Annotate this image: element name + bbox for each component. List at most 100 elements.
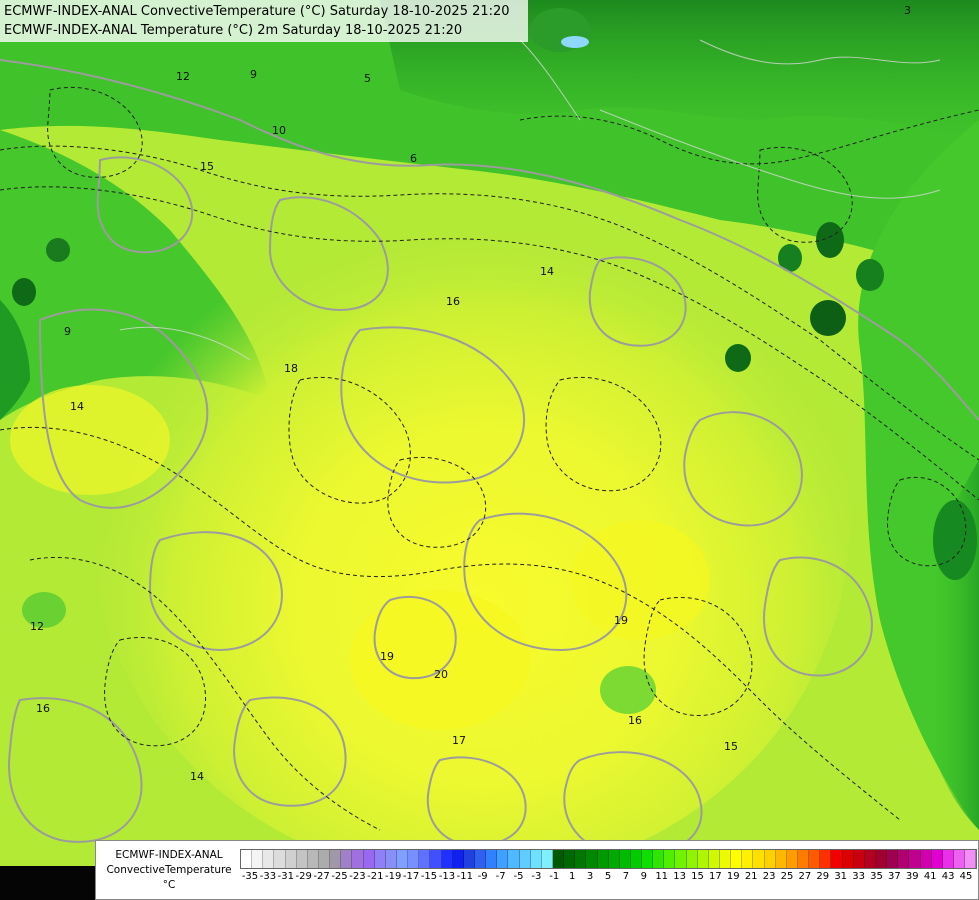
contour-label: 20 <box>434 668 448 681</box>
legend-tick-label: 39 <box>905 871 919 882</box>
legend-swatch <box>396 850 409 868</box>
legend-swatch <box>519 850 531 868</box>
legend-tick-label: 19 <box>726 871 740 882</box>
legend-label: ECMWF-INDEX-ANAL ConvectiveTemperature °… <box>99 848 239 893</box>
legend-tick-label: 15 <box>691 871 704 882</box>
legend-color-bar <box>240 849 977 869</box>
legend-swatch <box>252 850 264 868</box>
legend-swatch <box>541 850 553 868</box>
legend-swatch <box>764 850 776 868</box>
legend-tick-label: -3 <box>531 871 542 882</box>
warm-spot-west <box>10 385 170 495</box>
legend-tick-label: 37 <box>888 871 901 882</box>
legend-swatch <box>742 850 754 868</box>
contour-label: 17 <box>452 734 466 747</box>
legend-swatch <box>274 850 286 868</box>
legend-swatch <box>285 850 297 868</box>
legend-tick-label: 17 <box>709 871 722 882</box>
legend-swatch <box>352 850 364 868</box>
legend-swatch <box>586 850 598 868</box>
legend-swatch <box>731 850 743 868</box>
contour-label: 14 <box>540 265 554 278</box>
legend-tick-label: 3 <box>586 871 594 882</box>
legend-swatch <box>786 850 799 868</box>
legend-swatch <box>341 850 353 868</box>
legend-swatch <box>842 850 854 868</box>
contour-label: 16 <box>628 714 642 727</box>
legend-swatch <box>853 850 865 868</box>
legend-swatch <box>664 850 676 868</box>
legend-swatch <box>318 850 331 868</box>
legend-tick-label: 13 <box>673 871 686 882</box>
legend-label-line-2: ConvectiveTemperature <box>106 864 232 876</box>
contour-label: 9 <box>64 325 71 338</box>
central-warm-core <box>90 160 850 880</box>
legend-tick-label: -35 <box>241 871 259 882</box>
legend-swatch <box>942 850 954 868</box>
legend-swatch <box>931 850 943 868</box>
legend-tick-label: 31 <box>834 871 848 882</box>
legend-swatch <box>552 850 565 868</box>
legend-swatch <box>597 850 609 868</box>
legend-swatch <box>954 850 966 868</box>
legend-swatch <box>508 850 520 868</box>
legend-swatch <box>887 850 899 868</box>
legend-swatch <box>307 850 319 868</box>
legend-swatch <box>608 850 620 868</box>
legend-swatch <box>753 850 765 868</box>
contour-label: 14 <box>70 400 84 413</box>
legend-swatch <box>263 850 275 868</box>
temperature-map: 12 9 5 10 6 3 15 14 16 18 19 20 17 14 16… <box>0 0 979 900</box>
legend-tick-label: -13 <box>438 871 456 882</box>
contour-label: 5 <box>364 72 371 85</box>
contour-label: 3 <box>904 4 911 17</box>
legend-swatch <box>385 850 397 868</box>
contour-label: 16 <box>446 295 460 308</box>
legend-swatch <box>530 850 542 868</box>
legend-tick-label: 9 <box>640 871 647 882</box>
legend-swatch <box>708 850 721 868</box>
legend-swatch <box>898 850 910 868</box>
legend-tick-labels: -35 -33 -31 -29 -27 -25 -23 -21 -19 -17 -15 -13 -11-… <box>236 871 976 885</box>
legend-tick-label: -29 <box>295 871 312 882</box>
legend-swatch <box>831 850 843 868</box>
legend-swatch <box>296 850 308 868</box>
legend-label-line-3: °C <box>162 879 176 891</box>
contour-label: 6 <box>410 152 417 165</box>
legend-tick-label: -33 <box>259 871 277 882</box>
contour-label: 14 <box>190 770 204 783</box>
legend-swatch <box>241 850 253 868</box>
legend-swatch <box>965 850 977 868</box>
legend-swatch <box>653 850 665 868</box>
legend-swatch <box>909 850 921 868</box>
legend-tick-label: 27 <box>798 871 812 882</box>
contour-label: 16 <box>36 702 50 715</box>
legend-tick-label: -7 <box>495 871 506 882</box>
legend-swatch <box>419 850 431 868</box>
legend-tick-label: -21 <box>367 871 384 882</box>
legend-swatch <box>363 850 375 868</box>
legend-swatch <box>430 850 442 868</box>
legend-tick-label: -9 <box>477 871 488 882</box>
legend-swatch <box>864 850 877 868</box>
legend-swatch <box>820 850 832 868</box>
legend-swatch <box>474 850 487 868</box>
legend-swatch <box>775 850 787 868</box>
map-title-line-2: ECMWF-INDEX-ANAL Temperature (°C) 2m Sat… <box>4 23 463 38</box>
map-title-line-1: ECMWF-INDEX-ANAL ConvectiveTemperature (… <box>4 4 510 19</box>
contour-label: 12 <box>30 620 44 633</box>
legend-swatch <box>374 850 386 868</box>
legend-tick-label: 21 <box>744 871 758 882</box>
legend-tick-label: 7 <box>622 871 630 882</box>
legend-swatch <box>486 850 498 868</box>
contour-label: 10 <box>272 124 286 137</box>
legend-swatch <box>920 850 932 868</box>
legend-swatch <box>686 850 698 868</box>
legend-swatch <box>564 850 576 868</box>
legend-swatch <box>675 850 687 868</box>
southwest-dark-corner <box>0 866 95 900</box>
legend-swatch <box>798 850 810 868</box>
legend-tick-label: 43 <box>941 871 955 882</box>
legend-tick-label: -23 <box>349 871 366 882</box>
map-title-box: ECMWF-INDEX-ANAL ConvectiveTemperature (… <box>0 0 528 42</box>
